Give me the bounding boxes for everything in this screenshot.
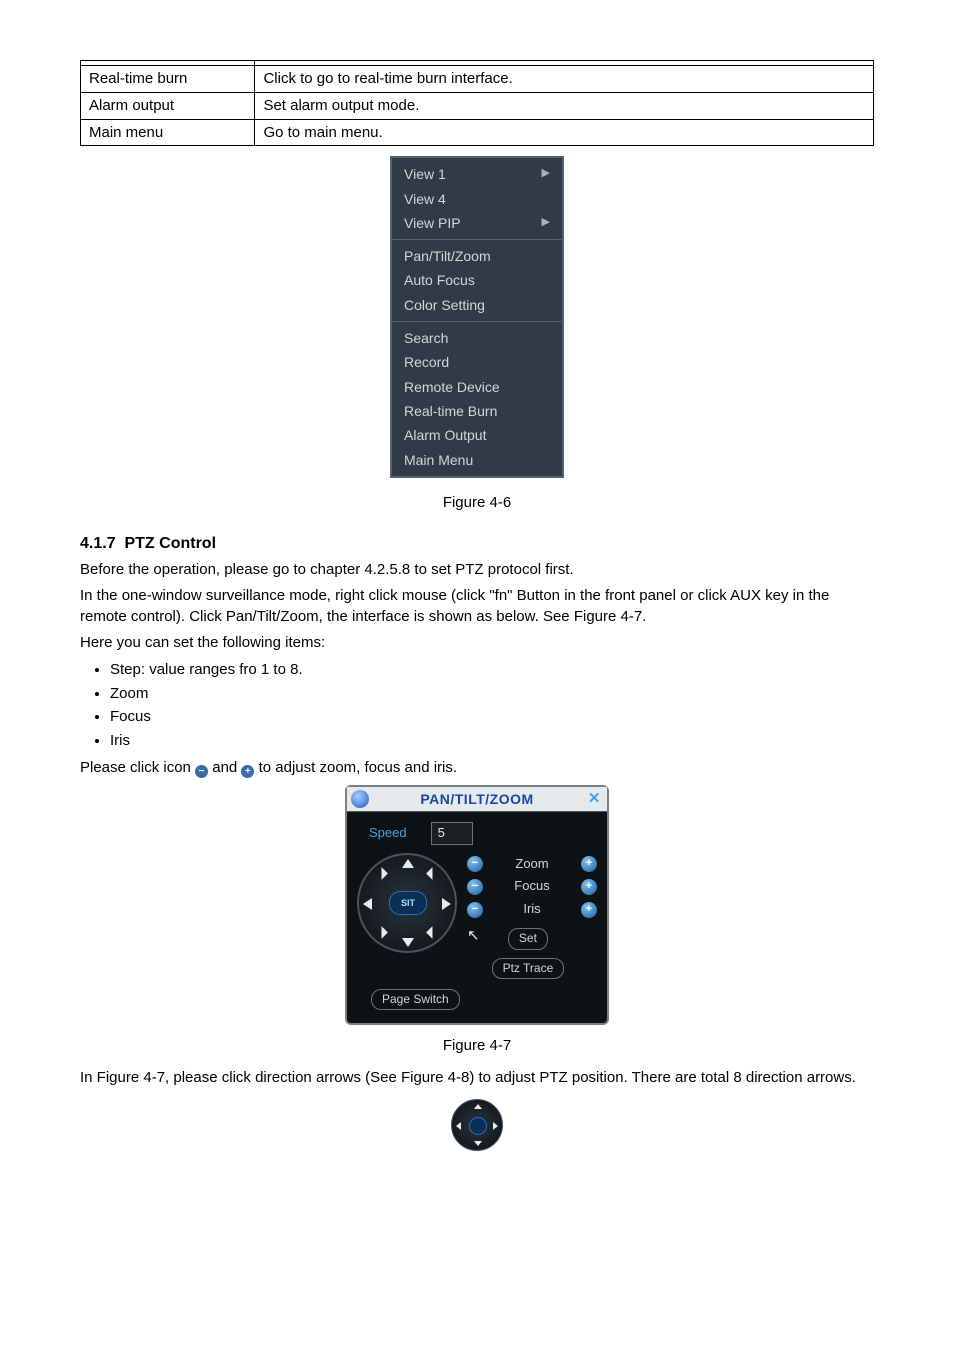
plus-icon: + — [241, 765, 254, 778]
section-title: PTZ Control — [124, 535, 216, 552]
speed-label: Speed — [369, 824, 407, 843]
menu-label: View 1 — [404, 164, 446, 184]
paragraph: Please click icon − and + to adjust zoom… — [80, 757, 874, 779]
menu-label: Record — [404, 352, 449, 372]
arrow-left-icon[interactable] — [363, 898, 372, 910]
menu-item-alarm-output[interactable]: Alarm Output — [392, 423, 562, 447]
paragraph: In Figure 4-7, please click direction ar… — [80, 1067, 874, 1089]
speed-input[interactable]: 5 — [431, 822, 473, 845]
minus-icon: − — [195, 765, 208, 778]
direction-pad: SIT — [357, 853, 457, 953]
table-row: Alarm output Set alarm output mode. — [81, 92, 874, 119]
focus-minus-button[interactable] — [467, 879, 483, 895]
figure-caption-4-6: Figure 4-6 — [80, 492, 874, 514]
submenu-arrow-icon: ▶ — [542, 166, 550, 182]
table-row: Main menu Go to main menu. — [81, 119, 874, 146]
zoom-plus-button[interactable] — [581, 856, 597, 872]
section-heading: 4.1.7 PTZ Control — [80, 532, 874, 555]
context-menu: View 1 ▶ View 4 View PIP ▶ Pan/Tilt/Zoom… — [390, 156, 564, 478]
menu-label: Search — [404, 328, 448, 348]
menu-label: View 4 — [404, 189, 446, 209]
ptz-panel: PAN/TILT/ZOOM ✕ Speed 5 SIT — [345, 785, 609, 1026]
menu-item-color-setting[interactable]: Color Setting — [392, 293, 562, 317]
dpad-center[interactable] — [469, 1117, 487, 1135]
ptz-trace-button[interactable]: Ptz Trace — [492, 958, 565, 979]
menu-label: Alarm Output — [404, 425, 486, 445]
menu-label: Color Setting — [404, 295, 485, 315]
close-icon[interactable]: ✕ — [588, 791, 601, 806]
paragraph: In the one-window surveillance mode, rig… — [80, 585, 874, 629]
list-item: Step: value ranges fro 1 to 8. — [110, 658, 874, 682]
ptz-title-text: PAN/TILT/ZOOM — [420, 789, 533, 809]
menu-label: Real-time Burn — [404, 401, 497, 421]
arrow-right-icon[interactable] — [442, 898, 451, 910]
zoom-minus-button[interactable] — [467, 856, 483, 872]
table-cell-desc: Go to main menu. — [255, 119, 874, 146]
menu-item-remote-device[interactable]: Remote Device — [392, 375, 562, 399]
menu-item-search[interactable]: Search — [392, 326, 562, 350]
menu-item-view1[interactable]: View 1 ▶ — [392, 162, 562, 186]
table-cell-desc: Set alarm output mode. — [255, 92, 874, 119]
table-cell-name: Alarm output — [81, 92, 255, 119]
figure-caption-4-7: Figure 4-7 — [80, 1035, 874, 1057]
menu-item-auto-focus[interactable]: Auto Focus — [392, 268, 562, 292]
paragraph: Before the operation, please go to chapt… — [80, 559, 874, 581]
small-direction-pad — [451, 1099, 503, 1151]
sit-button[interactable]: SIT — [389, 891, 427, 915]
arrow-up-icon[interactable] — [402, 859, 414, 868]
arrow-up-icon[interactable] — [474, 1104, 482, 1109]
page-switch-button[interactable]: Page Switch — [371, 989, 460, 1010]
menu-label: Remote Device — [404, 377, 500, 397]
focus-plus-button[interactable] — [581, 879, 597, 895]
arrow-down-icon[interactable] — [474, 1141, 482, 1146]
menu-item-view4[interactable]: View 4 — [392, 187, 562, 211]
menu-label: View PIP — [404, 213, 461, 233]
table-row: Real-time burn Click to go to real-time … — [81, 66, 874, 93]
section-number: 4.1.7 — [80, 535, 116, 552]
list-item: Iris — [110, 729, 874, 753]
iris-minus-button[interactable] — [467, 902, 483, 918]
list-item: Zoom — [110, 682, 874, 706]
bullet-list: Step: value ranges fro 1 to 8. Zoom Focu… — [80, 658, 874, 753]
logo-icon — [351, 790, 369, 808]
table-cell-desc: Click to go to real-time burn interface. — [255, 66, 874, 93]
iris-label: Iris — [491, 900, 573, 919]
menu-item-main-menu[interactable]: Main Menu — [392, 448, 562, 472]
set-button[interactable]: Set — [508, 928, 548, 949]
paragraph: Here you can set the following items: — [80, 632, 874, 654]
description-table: Real-time burn Click to go to real-time … — [80, 60, 874, 146]
menu-item-record[interactable]: Record — [392, 350, 562, 374]
submenu-arrow-icon: ▶ — [542, 215, 550, 231]
menu-item-view-pip[interactable]: View PIP ▶ — [392, 211, 562, 235]
zoom-label: Zoom — [491, 855, 573, 874]
iris-plus-button[interactable] — [581, 902, 597, 918]
menu-item-realtime-burn[interactable]: Real-time Burn — [392, 399, 562, 423]
ptz-titlebar: PAN/TILT/ZOOM ✕ — [347, 787, 607, 812]
arrow-right-icon[interactable] — [493, 1122, 498, 1130]
cursor-icon[interactable]: ↖ — [467, 925, 486, 947]
arrow-down-icon[interactable] — [402, 938, 414, 947]
arrow-left-icon[interactable] — [456, 1122, 461, 1130]
text-fragment: to adjust zoom, focus and iris. — [254, 759, 457, 776]
table-cell-name: Real-time burn — [81, 66, 255, 93]
text-fragment: and — [208, 759, 241, 776]
menu-item-ptz[interactable]: Pan/Tilt/Zoom — [392, 244, 562, 268]
text-fragment: Please click icon — [80, 759, 195, 776]
menu-label: Main Menu — [404, 450, 473, 470]
menu-label: Pan/Tilt/Zoom — [404, 246, 491, 266]
menu-label: Auto Focus — [404, 270, 475, 290]
list-item: Focus — [110, 705, 874, 729]
table-cell-name: Main menu — [81, 119, 255, 146]
focus-label: Focus — [491, 877, 573, 896]
